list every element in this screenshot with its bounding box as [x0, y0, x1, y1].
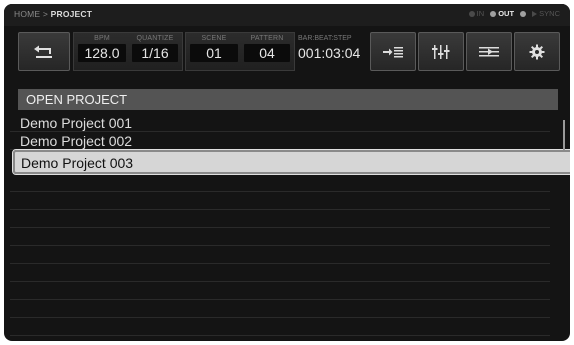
mixer-button[interactable] [418, 32, 464, 71]
quantize-field[interactable]: QUANTIZE 1/16 [130, 32, 180, 71]
back-arrow-icon [34, 45, 52, 58]
import-button[interactable] [370, 32, 416, 71]
empty-row [10, 300, 550, 318]
position-label: BAR:BEAT:STEP [298, 35, 352, 42]
list-item[interactable]: Demo Project 002 [10, 132, 550, 150]
import-icon [383, 46, 403, 57]
midi-status: IN OUT SYNC [468, 9, 560, 18]
scene-value: 01 [190, 44, 238, 62]
midi-in-label: IN [476, 9, 485, 18]
quantize-value: 1/16 [132, 44, 178, 62]
list-item[interactable]: Demo Project 001 [10, 114, 550, 132]
bpm-label: BPM [94, 35, 110, 42]
midi-in-indicator: IN [468, 9, 485, 18]
sequence-button[interactable] [466, 32, 512, 71]
mixer-faders-icon [432, 44, 450, 59]
sync-indicator: SYNC [532, 9, 560, 18]
project-list[interactable]: Demo Project 001 Demo Project 002 Demo P… [10, 114, 570, 336]
empty-row [10, 228, 550, 246]
open-project-header: OPEN PROJECT [18, 89, 558, 110]
midi-out-label: OUT [498, 9, 515, 18]
breadcrumb-home[interactable]: HOME [14, 9, 40, 19]
midi-in-icon [468, 11, 475, 18]
status-bar: HOME > PROJECT IN OUT SYNC [4, 4, 570, 26]
empty-row [10, 210, 550, 228]
position-readout: BAR:BEAT:STEP 001:03:04 [298, 32, 368, 71]
out-dot-icon [520, 10, 527, 17]
list-scrollbar[interactable] [563, 120, 565, 150]
quantize-label: QUANTIZE [136, 35, 174, 42]
midi-out-indicator: OUT [490, 9, 514, 18]
empty-row [10, 282, 550, 300]
list-item-selected[interactable]: Demo Project 003 [12, 149, 570, 175]
breadcrumb: HOME > PROJECT [14, 9, 92, 19]
settings-button[interactable] [514, 32, 560, 71]
breadcrumb-separator: > [42, 9, 49, 19]
back-button[interactable] [18, 32, 70, 71]
scene-label: SCENE [201, 35, 227, 42]
pattern-label: PATTERN [250, 35, 284, 42]
empty-row [10, 318, 550, 336]
sequence-icon [479, 46, 499, 56]
scene-field[interactable]: SCENE 01 [188, 32, 240, 71]
empty-row [10, 192, 550, 210]
pattern-field[interactable]: PATTERN 04 [242, 32, 292, 71]
empty-row [10, 246, 550, 264]
empty-row [10, 174, 550, 192]
gear-icon [529, 44, 545, 59]
play-icon [532, 11, 538, 18]
midi-out-icon [490, 11, 497, 18]
bpm-value: 128.0 [78, 44, 126, 62]
app-frame: HOME > PROJECT IN OUT SYNC BPM 128.0 QUA… [4, 4, 570, 341]
sync-label: SYNC [539, 9, 560, 18]
position-value: 001:03:04 [298, 45, 361, 61]
bpm-field[interactable]: BPM 128.0 [76, 32, 128, 71]
breadcrumb-current: PROJECT [50, 9, 93, 19]
pattern-value: 04 [244, 44, 290, 62]
empty-row [10, 264, 550, 282]
